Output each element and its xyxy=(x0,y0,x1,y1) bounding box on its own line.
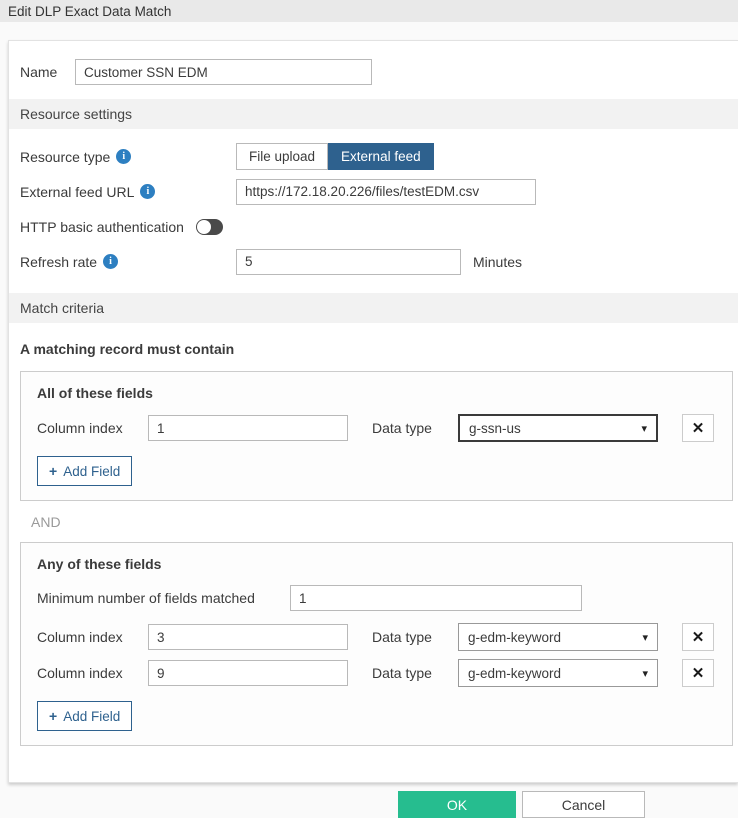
remove-field-button[interactable]: ✕ xyxy=(682,659,714,687)
resource-settings-body: Resource type i File upload External fee… xyxy=(9,129,738,293)
info-icon[interactable]: i xyxy=(116,149,131,164)
info-icon[interactable]: i xyxy=(140,184,155,199)
remove-field-button[interactable]: ✕ xyxy=(682,414,714,442)
minimum-fields-label: Minimum number of fields matched xyxy=(37,590,290,606)
remove-field-button[interactable]: ✕ xyxy=(682,623,714,651)
chevron-down-icon: ▾ xyxy=(642,667,648,680)
plus-icon: + xyxy=(49,708,57,724)
column-index-input[interactable] xyxy=(148,660,348,686)
cancel-button[interactable]: Cancel xyxy=(522,791,645,818)
data-type-select[interactable]: g-edm-keyword ▾ xyxy=(458,623,658,651)
window-titlebar: Edit DLP Exact Data Match xyxy=(0,0,738,22)
ok-button[interactable]: OK xyxy=(398,791,516,818)
section-header-match-criteria: Match criteria xyxy=(9,293,738,323)
resource-type-row: Resource type i File upload External fee… xyxy=(20,143,738,170)
add-field-label: Add Field xyxy=(63,464,120,479)
plus-icon: + xyxy=(49,463,57,479)
any-of-these-fields-group: Any of these fields Minimum number of fi… xyxy=(20,542,733,746)
refresh-rate-unit: Minutes xyxy=(473,254,522,270)
external-feed-option[interactable]: External feed xyxy=(328,143,434,170)
data-type-selected-value: g-edm-keyword xyxy=(468,666,561,681)
section-header-resource-settings: Resource settings xyxy=(9,99,738,129)
external-feed-url-row: External feed URL i xyxy=(20,178,738,205)
add-field-button[interactable]: + Add Field xyxy=(37,456,132,486)
minimum-fields-input[interactable] xyxy=(290,585,582,611)
all-group-title: All of these fields xyxy=(37,385,716,401)
file-upload-option[interactable]: File upload xyxy=(236,143,328,170)
all-of-these-fields-group: All of these fields Column index Data ty… xyxy=(20,371,733,501)
refresh-rate-input[interactable] xyxy=(236,249,461,275)
name-label: Name xyxy=(20,64,75,80)
data-type-select[interactable]: g-ssn-us ▾ xyxy=(458,414,658,442)
match-criteria-body: A matching record must contain All of th… xyxy=(9,323,738,756)
info-icon[interactable]: i xyxy=(103,254,118,269)
name-row: Name xyxy=(9,41,738,99)
http-basic-auth-label: HTTP basic authentication xyxy=(20,219,184,235)
http-basic-auth-toggle[interactable] xyxy=(196,219,223,235)
resource-type-segmented-control: File upload External feed xyxy=(236,143,434,170)
column-index-input[interactable] xyxy=(148,624,348,650)
column-index-label: Column index xyxy=(37,420,148,436)
name-input[interactable] xyxy=(75,59,372,85)
match-criteria-title: Match criteria xyxy=(20,300,104,316)
add-field-button[interactable]: + Add Field xyxy=(37,701,132,731)
column-index-label: Column index xyxy=(37,629,148,645)
close-icon: ✕ xyxy=(692,419,705,437)
add-field-label: Add Field xyxy=(63,709,120,724)
toggle-knob xyxy=(197,220,211,234)
any-group-title: Any of these fields xyxy=(37,556,716,572)
refresh-rate-label: Refresh rate xyxy=(20,254,97,270)
close-icon: ✕ xyxy=(692,628,705,646)
external-feed-url-input[interactable] xyxy=(236,179,536,205)
resource-settings-title: Resource settings xyxy=(20,106,132,122)
data-type-select[interactable]: g-edm-keyword ▾ xyxy=(458,659,658,687)
external-feed-url-label: External feed URL xyxy=(20,184,134,200)
and-connector-label: AND xyxy=(31,514,738,530)
data-type-selected-value: g-ssn-us xyxy=(469,421,521,436)
field-row: Column index Data type g-edm-keyword ▾ ✕ xyxy=(37,623,716,651)
data-type-label: Data type xyxy=(372,665,458,681)
data-type-label: Data type xyxy=(372,420,458,436)
chevron-down-icon: ▾ xyxy=(642,631,648,644)
page-title: Edit DLP Exact Data Match xyxy=(8,4,171,19)
matching-record-intro: A matching record must contain xyxy=(20,341,738,357)
column-index-label: Column index xyxy=(37,665,148,681)
chevron-down-icon: ▾ xyxy=(641,422,647,435)
close-icon: ✕ xyxy=(692,664,705,682)
field-row: Column index Data type g-edm-keyword ▾ ✕ xyxy=(37,659,716,687)
refresh-rate-row: Refresh rate i Minutes xyxy=(20,248,738,275)
minimum-fields-row: Minimum number of fields matched xyxy=(37,585,716,611)
http-basic-auth-row: HTTP basic authentication xyxy=(20,213,738,240)
footer-actions: OK Cancel xyxy=(0,791,738,818)
edit-edm-panel: Name Resource settings Resource type i F… xyxy=(8,40,738,783)
field-row: Column index Data type g-ssn-us ▾ ✕ xyxy=(37,414,716,442)
resource-type-label: Resource type xyxy=(20,149,110,165)
column-index-input[interactable] xyxy=(148,415,348,441)
data-type-label: Data type xyxy=(372,629,458,645)
data-type-selected-value: g-edm-keyword xyxy=(468,630,561,645)
